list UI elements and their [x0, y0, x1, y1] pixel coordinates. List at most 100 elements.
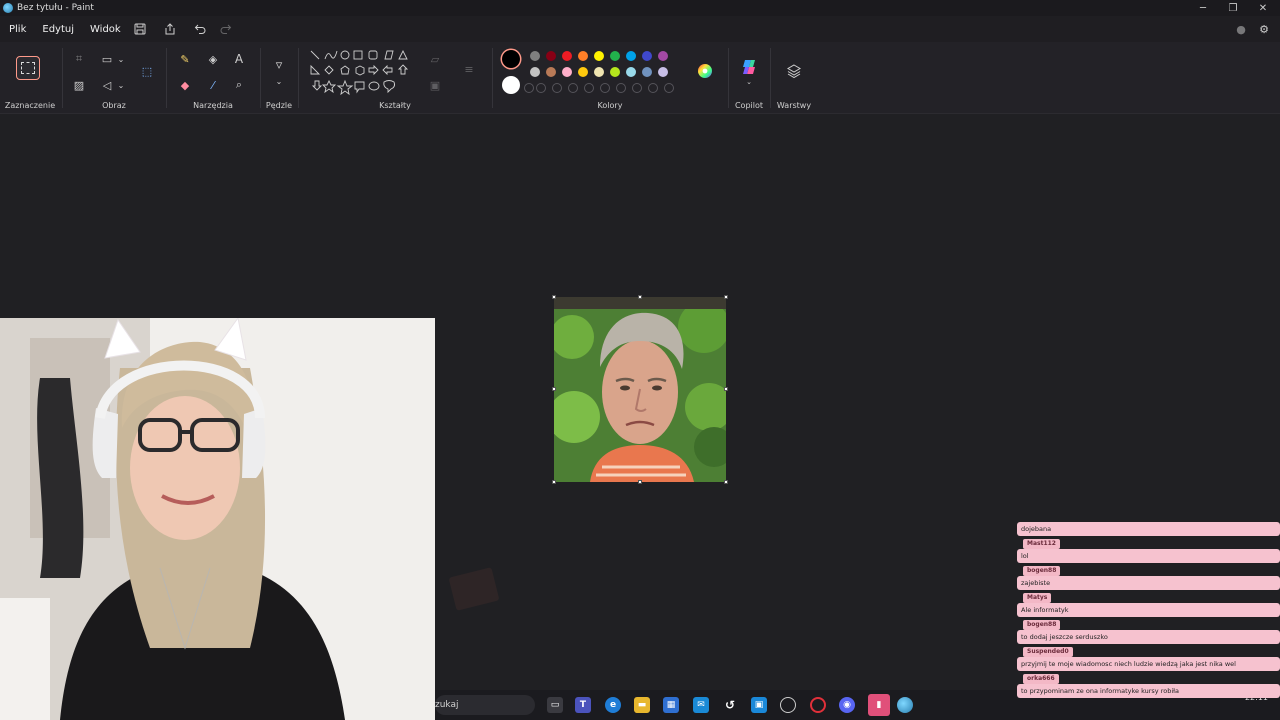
- palette-color[interactable]: [530, 51, 540, 61]
- opera-icon[interactable]: [810, 697, 826, 713]
- select-rectangle-icon: [21, 62, 35, 74]
- palette-color[interactable]: [546, 67, 556, 77]
- menu-edit[interactable]: Edytuj: [34, 24, 82, 35]
- edit-colors-icon[interactable]: [696, 62, 714, 80]
- primary-color[interactable]: [502, 50, 520, 68]
- palette-color[interactable]: [594, 67, 604, 77]
- palette-color[interactable]: [562, 51, 572, 61]
- line-width-icon[interactable]: ≡: [460, 60, 478, 78]
- undo-icon[interactable]: [189, 18, 211, 40]
- teams-icon[interactable]: T: [575, 697, 591, 713]
- custom-color-slot[interactable]: [524, 83, 534, 93]
- divider: [260, 48, 261, 108]
- eraser-icon[interactable]: ◆: [176, 76, 194, 94]
- palette-color[interactable]: [610, 51, 620, 61]
- paint-taskbar-icon[interactable]: ▮: [868, 694, 890, 716]
- group-brushes: ▿ ⌄ Pędzle: [262, 42, 296, 114]
- menu-view[interactable]: Widok: [82, 24, 129, 35]
- discord-icon[interactable]: ◉: [839, 697, 855, 713]
- app-icon[interactable]: ▣: [751, 697, 767, 713]
- text-icon[interactable]: A: [230, 50, 248, 68]
- pencil-icon[interactable]: ✎: [176, 50, 194, 68]
- chat-username: bogen88: [1023, 566, 1061, 576]
- palette-color[interactable]: [658, 67, 668, 77]
- palette-color[interactable]: [578, 67, 588, 77]
- select-button[interactable]: [16, 56, 40, 80]
- user-icon[interactable]: ●: [1232, 20, 1250, 38]
- divider: [166, 48, 167, 108]
- taskbar-search[interactable]: zukaj: [435, 695, 535, 715]
- shape-outline-icon[interactable]: ▱: [426, 50, 444, 68]
- canvas-image-portrait[interactable]: [554, 297, 726, 482]
- streamer-webcam-image: [0, 318, 435, 720]
- palette-color[interactable]: [594, 51, 604, 61]
- layers-icon[interactable]: [785, 62, 803, 80]
- palette-color[interactable]: [658, 51, 668, 61]
- maximize-button[interactable]: ❐: [1218, 0, 1248, 16]
- custom-color-slot[interactable]: [552, 83, 562, 93]
- chat-username: bogen88: [1023, 620, 1061, 630]
- store-icon[interactable]: ▦: [663, 697, 679, 713]
- divider: [492, 48, 493, 108]
- resize-handle[interactable]: [724, 480, 728, 484]
- resize-handle[interactable]: [638, 295, 642, 299]
- chevron-down-icon[interactable]: ⌄: [112, 50, 130, 68]
- shapes-gallery[interactable]: [308, 48, 420, 100]
- custom-color-slot[interactable]: [568, 83, 578, 93]
- resize-handle[interactable]: [552, 295, 556, 299]
- custom-color-slot[interactable]: [632, 83, 642, 93]
- palette-color[interactable]: [626, 67, 636, 77]
- gear-icon[interactable]: ⚙: [1255, 20, 1273, 38]
- save-icon[interactable]: [129, 18, 151, 40]
- custom-color-slot[interactable]: [648, 83, 658, 93]
- menu-file[interactable]: Plik: [1, 24, 34, 35]
- chevron-down-icon[interactable]: ⌄: [270, 72, 288, 90]
- custom-color-slot[interactable]: [536, 83, 546, 93]
- palette-color[interactable]: [642, 51, 652, 61]
- group-selection: Zaznaczenie: [0, 42, 60, 114]
- custom-color-slot[interactable]: [600, 83, 610, 93]
- mail-icon[interactable]: ✉: [693, 697, 709, 713]
- crop-icon[interactable]: ⌗: [70, 50, 88, 68]
- divider: [728, 48, 729, 108]
- share-icon[interactable]: [159, 18, 181, 40]
- redo-icon[interactable]: [215, 18, 237, 40]
- secondary-color[interactable]: [502, 76, 520, 94]
- palette-color[interactable]: [642, 67, 652, 77]
- palette-color[interactable]: [530, 67, 540, 77]
- custom-color-slot[interactable]: [664, 83, 674, 93]
- shape-fill-icon[interactable]: ▣: [426, 76, 444, 94]
- chevron-down-icon[interactable]: ⌄: [112, 76, 130, 94]
- resize-handle[interactable]: [724, 295, 728, 299]
- app-icon[interactable]: ↺: [722, 697, 738, 713]
- chrome-icon[interactable]: [780, 697, 796, 713]
- fill-bucket-icon[interactable]: ◈: [204, 50, 222, 68]
- minimize-button[interactable]: ─: [1188, 0, 1218, 16]
- custom-color-slot[interactable]: [616, 83, 626, 93]
- palette-color[interactable]: [562, 67, 572, 77]
- chat-message: zajebiste: [1017, 576, 1280, 590]
- palette-color[interactable]: [610, 67, 620, 77]
- color-picker-icon[interactable]: ⁄: [204, 76, 222, 94]
- chevron-down-icon[interactable]: ⌄: [740, 73, 758, 91]
- task-view-icon[interactable]: ▭: [547, 697, 563, 713]
- magnifier-icon[interactable]: ⌕: [230, 76, 248, 94]
- image-background-icon[interactable]: ▨: [70, 76, 88, 94]
- palette-color[interactable]: [578, 51, 588, 61]
- portrait-photo: [554, 297, 726, 482]
- group-label-colors: Kolory: [597, 101, 623, 110]
- file-explorer-icon[interactable]: ▬: [634, 697, 650, 713]
- paint-app-taskbar-icon[interactable]: [897, 697, 913, 713]
- palette-color[interactable]: [546, 51, 556, 61]
- resize-handle[interactable]: [552, 387, 556, 391]
- close-button[interactable]: ✕: [1248, 0, 1278, 16]
- custom-color-slot[interactable]: [584, 83, 594, 93]
- edge-icon[interactable]: e: [605, 697, 621, 713]
- palette-color[interactable]: [626, 51, 636, 61]
- chat-username: Suspended0: [1023, 647, 1073, 657]
- title-bar: Bez tytułu - Paint ─ ❐ ✕: [0, 0, 1280, 16]
- resize-handle[interactable]: [724, 387, 728, 391]
- resize-handle[interactable]: [552, 480, 556, 484]
- image-select-icon[interactable]: ⬚: [138, 62, 156, 80]
- resize-handle[interactable]: [638, 480, 642, 484]
